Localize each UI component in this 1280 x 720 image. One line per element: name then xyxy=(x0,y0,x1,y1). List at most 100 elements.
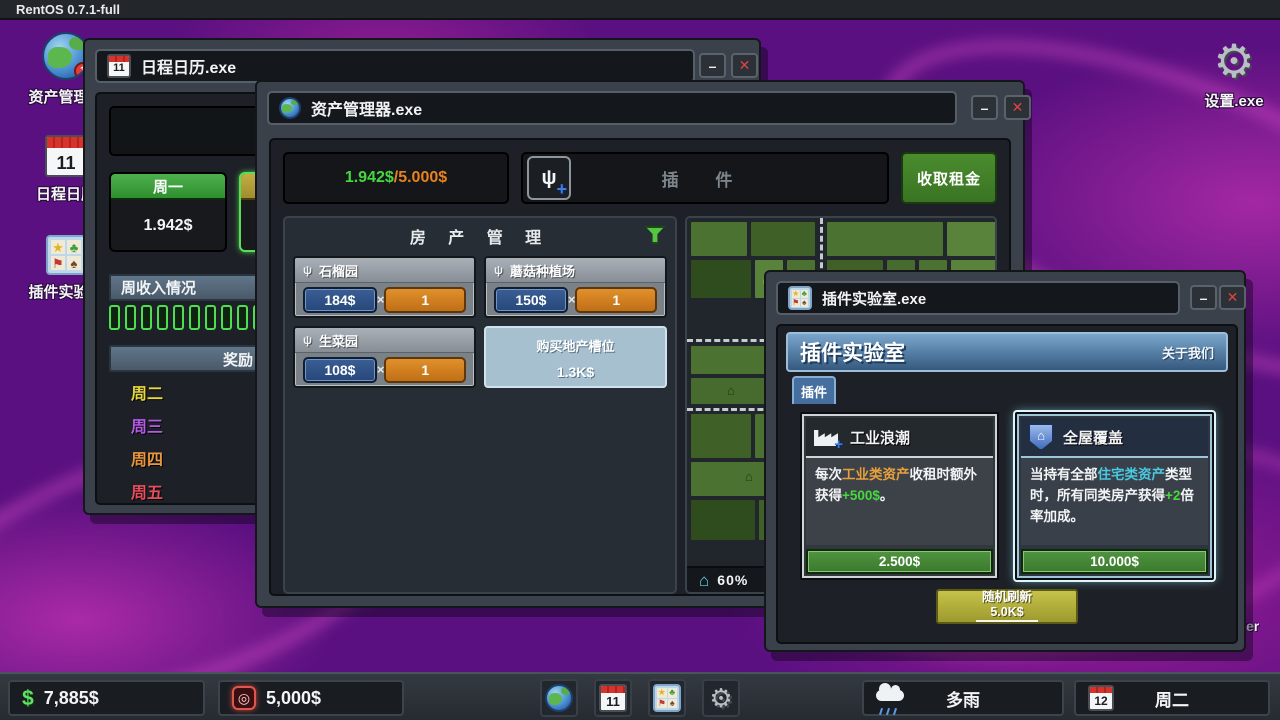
plugin-lab-icon: ★♣ ⚑♠ xyxy=(653,684,681,712)
map-parcel[interactable] xyxy=(947,222,997,256)
house-icon: ⌂ xyxy=(699,572,709,589)
shield-house-icon: ⌂ xyxy=(1029,424,1053,450)
collect-rent-button[interactable]: 收取租金 xyxy=(901,152,997,204)
minimize-button[interactable]: – xyxy=(1190,285,1217,310)
income-segment xyxy=(221,305,232,330)
multiply-sign: × xyxy=(377,362,385,377)
close-button[interactable]: ✕ xyxy=(1219,285,1246,310)
goal-value: 5,000$ xyxy=(266,688,321,709)
os-title: RentOS 0.7.1-full xyxy=(16,2,120,17)
map-house-icon: ⌂ xyxy=(727,384,735,397)
map-parcel[interactable] xyxy=(691,500,755,540)
plugin-description: 每次工业类资产收租时额外获得+500$。 xyxy=(806,458,993,545)
plugin-lab-icon: ★♣ ⚑♠ xyxy=(46,235,86,275)
asset-window-titlebar[interactable]: 资产管理器.exe xyxy=(267,91,957,125)
income-segment xyxy=(141,305,152,330)
property-card[interactable]: ψ 蘑菇种植场 150$ × 1 xyxy=(484,256,667,318)
property-rent-button[interactable]: 150$ xyxy=(494,287,568,313)
property-panel-header: 房 产 管 理 xyxy=(285,218,675,254)
plugin-lab-icon: ★♣ ⚑♠ xyxy=(788,286,812,310)
income-segment xyxy=(157,305,168,330)
taskbar-app-asset-manager[interactable] xyxy=(540,679,578,717)
date-panel: 12 周二 xyxy=(1074,680,1270,716)
taskbar: $ 7,885$ ◎ 5,000$ 11 ★♣ ⚑♠ ⚙ 多雨 12 周二 xyxy=(0,672,1280,720)
day-card-value: 1.942$ xyxy=(111,200,225,252)
balance-panel: 1.942$/5.000$ xyxy=(283,152,509,204)
taskbar-app-plugin-lab[interactable]: ★♣ ⚑♠ xyxy=(648,679,686,717)
income-segment xyxy=(205,305,216,330)
property-name: 生菜园 xyxy=(319,331,358,350)
property-name: 蘑菇种植场 xyxy=(510,261,575,280)
multiply-sign: × xyxy=(568,292,576,307)
property-panel: 房 产 管 理 ψ 石榴园 184$ × 1 ψ xyxy=(283,216,677,594)
money-panel: $ 7,885$ xyxy=(8,680,205,716)
minimize-button[interactable]: – xyxy=(971,95,998,120)
os-title-bar: RentOS 0.7.1-full xyxy=(0,0,1280,20)
desktop-icon-settings[interactable]: ⚙ 设置.exe xyxy=(1186,38,1280,111)
plugin-name: 工业浪潮 xyxy=(850,427,910,448)
income-segment xyxy=(189,305,200,330)
map-parcel[interactable] xyxy=(691,414,751,458)
multiply-sign: × xyxy=(377,292,385,307)
property-name: 石榴园 xyxy=(319,261,358,280)
desktop-label-fragment: er xyxy=(1246,618,1259,634)
sprout-icon: ψ xyxy=(303,264,312,276)
window-title: 资产管理器.exe xyxy=(311,96,422,120)
plugin-card-industrial[interactable]: + 工业浪潮 每次工业类资产收租时额外获得+500$。 2.500$ xyxy=(800,412,999,580)
property-rent-button[interactable]: 108$ xyxy=(303,357,377,383)
money-icon: $ xyxy=(22,688,34,709)
factory-icon: + xyxy=(814,426,840,448)
goal-icon: ◎ xyxy=(232,686,256,710)
taskbar-app-settings[interactable]: ⚙ xyxy=(702,679,740,717)
random-refresh-button[interactable]: 随机刷新 5.0K$ xyxy=(936,589,1078,624)
calendar-window-titlebar[interactable]: 11 日程日历.exe xyxy=(95,49,695,83)
window-title: 日程日历.exe xyxy=(141,54,236,78)
map-house-icon: ⌂ xyxy=(745,470,753,483)
property-count-button[interactable]: 1 xyxy=(384,287,466,313)
gear-icon: ⚙ xyxy=(709,685,732,711)
tab-plugins[interactable]: 插件 xyxy=(792,376,836,404)
map-parcel[interactable] xyxy=(691,222,747,256)
weather-panel: 多雨 xyxy=(862,680,1064,716)
property-rent-button[interactable]: 184$ xyxy=(303,287,377,313)
property-card[interactable]: ψ 生菜园 108$ × 1 xyxy=(293,326,476,388)
plugin-card-residential[interactable]: ⌂ 全屋覆盖 当持有全部住宅类资产类型时，所有同类房产获得+2倍率加成。 10.… xyxy=(1015,412,1214,580)
buy-property-slot-button[interactable]: 购买地产槽位 1.3K$ xyxy=(484,326,667,388)
sprout-icon: ψ xyxy=(303,334,312,346)
filter-icon[interactable] xyxy=(645,226,665,244)
property-count-button[interactable]: 1 xyxy=(384,357,466,383)
balance-current: 1.942$ xyxy=(345,169,394,187)
property-count-button[interactable]: 1 xyxy=(575,287,657,313)
minimize-button[interactable]: – xyxy=(699,53,726,78)
globe-icon xyxy=(279,97,301,119)
income-segment xyxy=(237,305,248,330)
day-card-header: 周一 xyxy=(111,174,225,200)
money-value: 7,885$ xyxy=(44,688,99,709)
calendar-icon: 11 xyxy=(599,684,627,712)
close-button[interactable]: ✕ xyxy=(1004,95,1031,120)
day-card-monday[interactable]: 周一 1.942$ xyxy=(109,172,227,252)
goal-panel: ◎ 5,000$ xyxy=(218,680,404,716)
taskbar-app-calendar[interactable]: 11 xyxy=(594,679,632,717)
calendar-icon: 11 xyxy=(45,135,87,177)
sprout-icon: ψ xyxy=(494,264,503,276)
plugin-window-content: 插件实验室 关于我们 插件 + 工业浪潮 每次工业类资产收租时额外获得+500$… xyxy=(776,324,1238,644)
plugin-lab-window: ★♣ ⚑♠ 插件实验室.exe – ✕ 插件实验室 关于我们 插件 + 工业浪潮… xyxy=(764,270,1246,652)
plugin-lab-title: 插件实验室 xyxy=(800,337,905,367)
close-button[interactable]: ✕ xyxy=(731,53,758,78)
plugin-price-button[interactable]: 10.000$ xyxy=(1021,549,1208,574)
plus-icon: + xyxy=(834,436,843,453)
plugin-price-button[interactable]: 2.500$ xyxy=(806,549,993,574)
plugin-description: 当持有全部住宅类资产类型时，所有同类房产获得+2倍率加成。 xyxy=(1021,458,1208,545)
weather-value: 多雨 xyxy=(864,686,1062,711)
map-parcel[interactable] xyxy=(827,222,943,256)
desktop-icon-label: 设置.exe xyxy=(1204,90,1263,111)
map-parcel[interactable] xyxy=(691,260,751,298)
about-us-link[interactable]: 关于我们 xyxy=(1162,343,1214,362)
property-card[interactable]: ψ 石榴园 184$ × 1 xyxy=(293,256,476,318)
income-segment xyxy=(125,305,136,330)
plugin-window-titlebar[interactable]: ★♣ ⚑♠ 插件实验室.exe xyxy=(776,281,1180,315)
globe-icon xyxy=(545,684,573,712)
calendar-icon: 11 xyxy=(107,54,131,78)
map-parcel[interactable] xyxy=(751,222,815,256)
